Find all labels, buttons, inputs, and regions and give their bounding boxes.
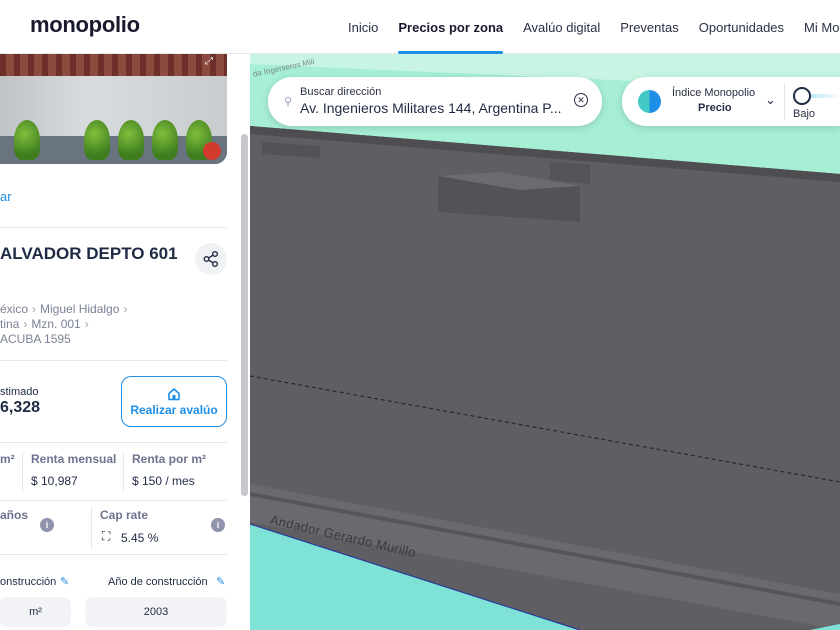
stat-value: $ 150 / mes xyxy=(132,474,195,488)
address-search-box[interactable]: ⚲ Buscar dirección Av. Ingenieros Milita… xyxy=(268,77,602,126)
scan-icon: ⛶ xyxy=(102,529,111,543)
nav-preventas[interactable]: Preventas xyxy=(620,0,679,54)
main-nav: Inicio Precios por zona Avalúo digital P… xyxy=(338,0,840,54)
divider xyxy=(0,360,227,361)
breadcrumb-item[interactable]: éxico xyxy=(0,302,28,316)
stat-label: m² xyxy=(0,452,15,466)
edit-icon[interactable]: ✎ xyxy=(216,575,225,588)
rent-stats: m² Renta mensual $ 10,987 Renta por m² $… xyxy=(0,452,227,496)
panel-scrollbar[interactable] xyxy=(241,134,248,496)
bush xyxy=(118,120,144,160)
photo-link[interactable]: ar xyxy=(0,189,12,204)
share-icon xyxy=(203,251,218,267)
cap-rate-value: 5.45 % xyxy=(121,531,159,545)
stat-renta-por-m2: Renta por m² $ 150 / mes xyxy=(132,452,206,496)
level-slider-knob[interactable] xyxy=(793,87,811,105)
clear-icon[interactable]: ✕ xyxy=(574,93,588,107)
realizar-avaluo-button[interactable]: Realizar avalúo xyxy=(121,376,227,427)
photo-flowers xyxy=(203,142,221,160)
divider xyxy=(91,506,92,550)
estimate-value: 6,328 xyxy=(0,399,41,416)
divider xyxy=(0,500,227,501)
level-slider-track[interactable] xyxy=(811,94,840,98)
top-navbar: monopolio Inicio Precios por zona Avalúo… xyxy=(0,0,840,54)
search-icon: ⚲ xyxy=(284,96,293,108)
construction-area-label: onstrucción xyxy=(0,576,57,588)
chevron-right-icon: › xyxy=(23,317,28,331)
construction-year-label: Año de construcción xyxy=(108,576,208,588)
divider xyxy=(784,83,785,120)
breadcrumb-item: ACUBA 1595 xyxy=(0,332,71,346)
nav-inicio[interactable]: Inicio xyxy=(348,0,378,54)
chevron-right-icon: › xyxy=(84,317,89,331)
nav-oportunidades[interactable]: Oportunidades xyxy=(699,0,784,54)
nav-mi-mono[interactable]: Mi Mono xyxy=(804,0,840,54)
bush xyxy=(14,120,40,160)
share-button[interactable] xyxy=(195,243,227,275)
edit-icon[interactable]: ✎ xyxy=(60,575,69,588)
stat-renta-mensual: Renta mensual $ 10,987 xyxy=(31,452,116,496)
info-icon[interactable]: i xyxy=(40,518,54,532)
divider xyxy=(123,452,124,492)
nav-precios-por-zona[interactable]: Precios por zona xyxy=(398,0,503,54)
divider xyxy=(0,442,227,443)
index-donut-icon xyxy=(638,90,661,113)
cap-rate-label: Cap rate xyxy=(100,508,149,522)
house-icon xyxy=(168,387,180,400)
monopolio-logo[interactable]: monopolio xyxy=(30,12,140,38)
level-label: Bajo xyxy=(793,108,816,120)
breadcrumb-item[interactable]: Miguel Hidalgo xyxy=(40,302,119,316)
photo-railing xyxy=(0,54,227,78)
construction-area-value[interactable]: m² xyxy=(0,597,71,627)
stat-label: Renta mensual xyxy=(31,452,117,466)
breadcrumb-item[interactable]: Mzn. 001 xyxy=(31,317,80,331)
construction-year-value[interactable]: 2003 xyxy=(85,597,227,627)
chevron-right-icon: › xyxy=(32,302,37,316)
map-view[interactable] xyxy=(250,54,840,630)
breadcrumb: éxico › Miguel Hidalgo › tina › Mzn. 001 › ACU… xyxy=(0,302,131,347)
search-input[interactable]: Av. Ingenieros Militares 144, Argentina … xyxy=(300,100,570,116)
property-address-title: ALVADOR DEPTO 601 xyxy=(0,244,178,263)
stat-value: $ 10,987 xyxy=(31,474,78,488)
stat-label: Renta por m² xyxy=(132,452,207,466)
divider xyxy=(0,554,227,555)
divider xyxy=(22,452,23,492)
bush xyxy=(152,120,178,160)
map-canvas[interactable] xyxy=(250,54,840,630)
divider xyxy=(0,227,227,228)
search-label: Buscar dirección xyxy=(300,86,382,98)
index-selector[interactable]: Índice Monopolio Precio ⌄ Bajo xyxy=(622,77,840,126)
chevron-down-icon[interactable]: ⌄ xyxy=(765,92,776,108)
expand-icon[interactable]: ⤢ xyxy=(205,56,213,67)
index-subtitle: Precio xyxy=(698,102,732,114)
bush xyxy=(84,120,110,160)
stat-area: m² xyxy=(0,452,15,496)
anos-label: años xyxy=(0,508,29,522)
estimate-label: stimado xyxy=(0,386,39,398)
index-title: Índice Monopolio xyxy=(672,87,756,99)
property-photo[interactable]: ⤢ xyxy=(0,54,227,164)
breadcrumb-item[interactable]: tina xyxy=(0,317,19,331)
property-panel: ⤢ ar ALVADOR DEPTO 601 éxico › Miguel Hida… xyxy=(0,54,250,630)
nav-avaluo-digital[interactable]: Avalúo digital xyxy=(523,0,600,54)
info-icon[interactable]: i xyxy=(211,518,225,532)
realizar-avaluo-label: Realizar avalúo xyxy=(130,402,218,417)
chevron-right-icon: › xyxy=(123,302,128,316)
